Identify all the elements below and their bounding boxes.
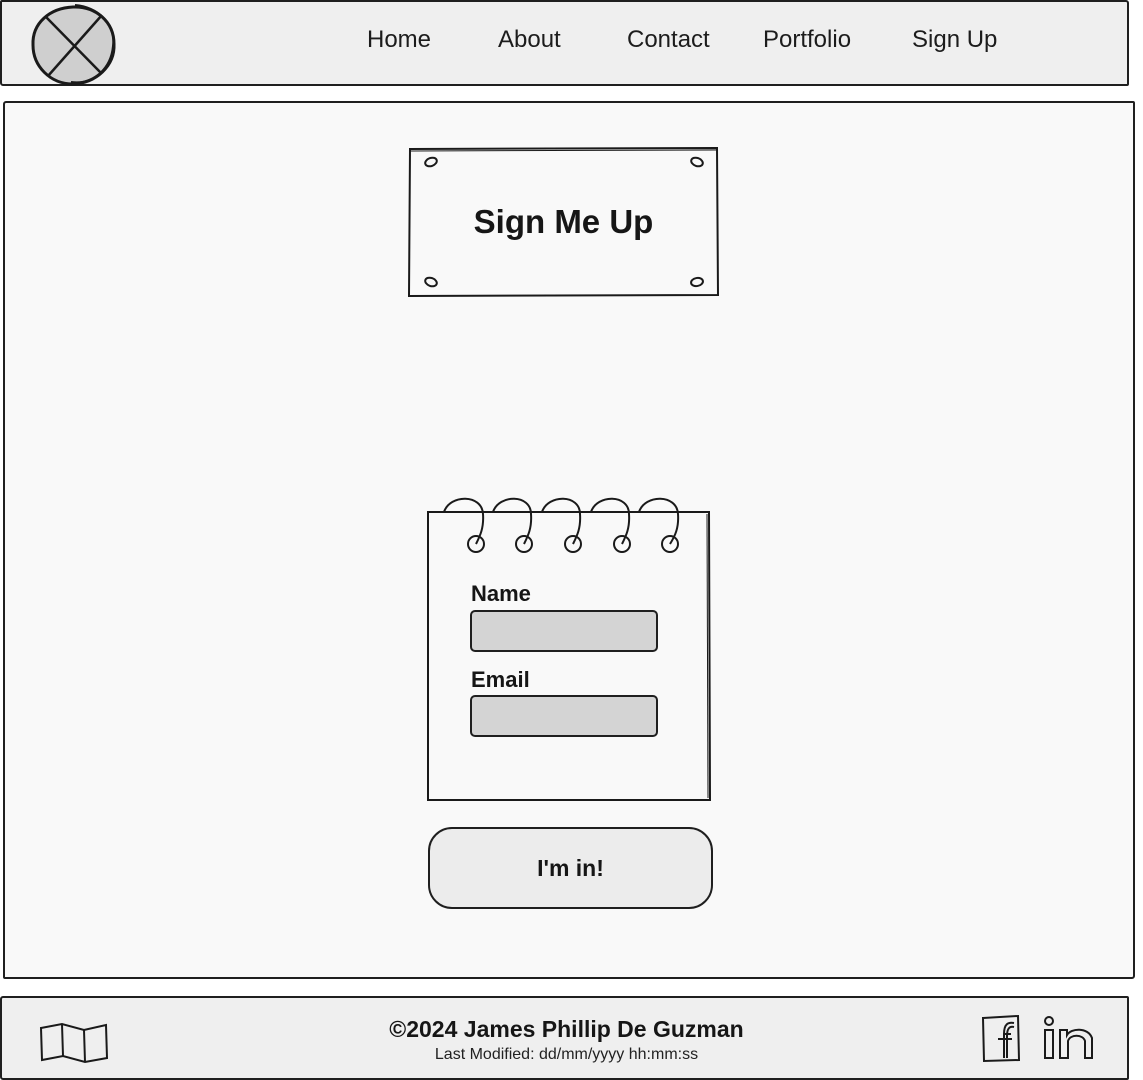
nav-home-link[interactable]: Home (367, 26, 431, 54)
email-label: Email (471, 667, 530, 692)
nav-about-link[interactable]: About (498, 26, 561, 54)
facebook-icon[interactable] (980, 1014, 1022, 1069)
name-field[interactable] (470, 610, 658, 652)
nav-contact-link[interactable]: Contact (627, 26, 710, 54)
title-card: Sign Me Up (408, 147, 719, 297)
linkedin-icon[interactable] (1040, 1014, 1098, 1067)
copyright-text: ©2024 James Phillip De Guzman (389, 1016, 744, 1042)
nav-portfolio-link[interactable]: Portfolio (763, 26, 851, 54)
last-modified-text: Last Modified: dd/mm/yyyy hh:mm:ss (434, 1046, 699, 1063)
nav-signup-link[interactable]: Sign Up (912, 26, 997, 54)
logo-placeholder-icon[interactable] (28, 2, 118, 88)
name-label: Name (471, 581, 531, 606)
page-title: Sign Me Up (473, 203, 654, 240)
site-footer: ©2024 James Phillip De Guzman Last Modif… (0, 996, 1129, 1080)
email-field[interactable] (470, 695, 658, 737)
site-header: Home About Contact Portfolio Sign Up (0, 0, 1129, 86)
submit-button[interactable]: I'm in! (428, 827, 713, 909)
